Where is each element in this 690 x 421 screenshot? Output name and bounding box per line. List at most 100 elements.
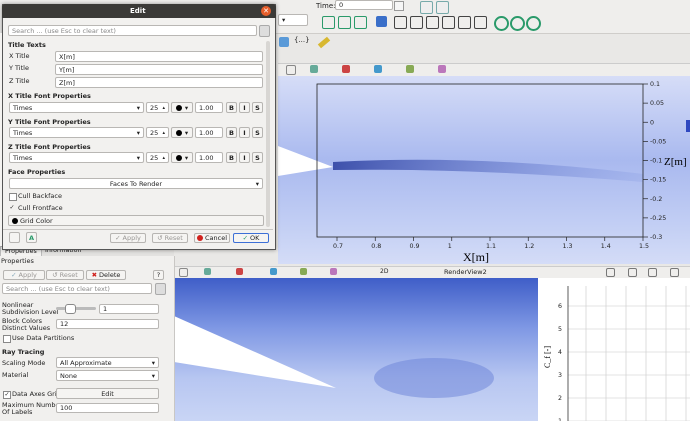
x-font-header: X Title Font Properties <box>8 92 91 100</box>
z-font-header: Z Title Font Properties <box>8 143 91 151</box>
paste-icon[interactable]: A <box>26 232 37 243</box>
view-option-icon-4[interactable] <box>406 65 414 73</box>
chart-option-icon-4[interactable] <box>670 268 679 277</box>
reset-camera-icon[interactable] <box>322 16 335 29</box>
data-axes-grid-checkbox[interactable]: ✓ <box>3 391 11 399</box>
cull-frontface-checkbox[interactable]: ✓ <box>9 205 15 211</box>
x-title-input[interactable]: X[m] <box>55 51 263 62</box>
dialog-scrollbar[interactable] <box>266 41 270 227</box>
color-swatch-icon <box>12 217 18 224</box>
rotate-cw-icon[interactable] <box>526 16 541 31</box>
x-font-opacity[interactable]: 1.00 <box>195 102 223 113</box>
view2-option-icon-4[interactable] <box>300 268 307 275</box>
view-minus-x-icon[interactable] <box>410 16 423 29</box>
y-title-input[interactable]: Y[m] <box>55 64 263 75</box>
view-option-icon-2[interactable] <box>342 65 350 73</box>
y-bold-button[interactable]: B <box>226 127 237 138</box>
view-layout-icon[interactable] <box>286 65 296 75</box>
view2-mode-label[interactable]: 2D <box>380 268 388 275</box>
time-input[interactable]: 0 <box>335 0 393 10</box>
render-view-1[interactable]: 0.7 0.8 0.9 1 1.1 1.2 1.3 1.4 1.5 0.1 0.05 0 -0.05 -0… <box>278 76 690 264</box>
view-minus-y-icon[interactable] <box>442 16 455 29</box>
y-font-color-button[interactable]: ▾ <box>171 127 193 138</box>
z-font-size[interactable]: 25 ▴ <box>146 152 169 163</box>
z-tick-label: 0.05 <box>650 100 664 107</box>
dialog-apply-button[interactable]: ✓ Apply <box>110 233 146 243</box>
z-shadow-button[interactable]: S <box>252 152 263 163</box>
view2-option-icon-3[interactable] <box>270 268 277 275</box>
view-option-icon-5[interactable] <box>438 65 446 73</box>
zoom-box-icon[interactable] <box>376 16 387 27</box>
dialog-ok-button[interactable]: ✓ OK <box>233 233 269 243</box>
nonlinear-slider-track[interactable] <box>56 307 96 310</box>
panel-help-button[interactable]: ? <box>153 270 164 280</box>
line-chart-view[interactable]: 654321 C_f [-] <box>538 278 690 421</box>
dialog-cancel-button[interactable]: Cancel <box>194 233 230 243</box>
x-font-size[interactable]: 25 ▴ <box>146 102 169 113</box>
scaling-mode-select[interactable]: All Approximate ▾ <box>56 357 159 368</box>
x-bold-button[interactable]: B <box>226 102 237 113</box>
x-font-select[interactable]: Times ▾ <box>9 102 144 113</box>
view2-option-icon-2[interactable] <box>236 268 243 275</box>
chart-y-tick-label: 2 <box>558 395 562 402</box>
zoom-to-data-icon[interactable] <box>338 16 351 29</box>
grid-color-button[interactable]: Grid Color <box>8 215 264 226</box>
max-labels-value[interactable]: 100 <box>56 403 159 413</box>
y-font-select[interactable]: Times ▾ <box>9 127 144 138</box>
dialog-search-input[interactable]: Search ... (use Esc to clear text) <box>8 25 257 36</box>
chart-option-icon-2[interactable] <box>628 268 637 277</box>
dialog-reset-button[interactable]: ↺ Reset <box>152 233 188 243</box>
view2-option-icon-5[interactable] <box>330 268 337 275</box>
nonlinear-value[interactable]: 1 <box>99 304 159 314</box>
view2-option-icon-1[interactable] <box>204 268 211 275</box>
material-select[interactable]: None ▾ <box>56 370 159 381</box>
x-shadow-button[interactable]: S <box>252 102 263 113</box>
y-font-size[interactable]: 25 ▴ <box>146 127 169 138</box>
panel-search-input[interactable]: Search ... (use Esc to clear text) <box>2 283 152 294</box>
panel-delete-button[interactable]: ✖ Delete <box>86 270 126 280</box>
cull-backface-checkbox[interactable] <box>9 193 17 201</box>
view-minus-z-icon[interactable] <box>474 16 487 29</box>
block-colors-value[interactable]: 12 <box>56 319 159 329</box>
z-italic-button[interactable]: I <box>239 152 250 163</box>
view-plus-x-icon[interactable] <box>394 16 407 29</box>
view-option-icon-3[interactable] <box>374 65 382 73</box>
data-axes-grid-edit-button[interactable]: Edit <box>56 388 159 399</box>
z-font-opacity[interactable]: 1.00 <box>195 152 223 163</box>
python-view-button[interactable]: {...} <box>294 36 310 44</box>
nonlinear-slider-handle[interactable] <box>65 304 76 314</box>
view-plus-z-icon[interactable] <box>458 16 471 29</box>
panel-apply-button[interactable]: ✓ Apply <box>3 270 45 280</box>
y-font-opacity[interactable]: 1.00 <box>195 127 223 138</box>
faces-to-render-select[interactable]: Faces To Render ▾ <box>9 178 263 189</box>
rotate-90-icon[interactable] <box>494 16 509 31</box>
z-bold-button[interactable]: B <box>226 152 237 163</box>
x-italic-button[interactable]: I <box>239 102 250 113</box>
advanced-gear-icon[interactable] <box>155 283 166 295</box>
z-font-color-button[interactable]: ▾ <box>171 152 193 163</box>
view-plus-y-icon[interactable] <box>426 16 439 29</box>
z-title-input[interactable]: Z[m] <box>55 77 263 88</box>
calculator-icon[interactable] <box>279 37 289 47</box>
use-data-partitions-checkbox[interactable] <box>3 335 11 343</box>
panel-reset-button[interactable]: ↺ Reset <box>46 270 84 280</box>
z-font-select[interactable]: Times ▾ <box>9 152 144 163</box>
dialog-gear-icon[interactable] <box>259 25 270 37</box>
chart-option-icon-1[interactable] <box>606 268 615 277</box>
camera-toolbar: ▾ <box>278 13 690 31</box>
time-spinner[interactable] <box>394 1 404 11</box>
y-shadow-button[interactable]: S <box>252 127 263 138</box>
zoom-closest-icon[interactable] <box>354 16 367 29</box>
close-icon[interactable]: ✕ <box>261 6 271 16</box>
view2-layout-icon[interactable] <box>179 268 188 277</box>
view-option-icon-1[interactable] <box>310 65 318 73</box>
z-font-size-value: 25 <box>150 153 159 162</box>
copy-icon[interactable] <box>9 232 20 243</box>
rotate-ccw-icon[interactable] <box>510 16 525 31</box>
ruler-icon[interactable] <box>317 36 331 49</box>
representation-select[interactable]: ▾ <box>278 14 308 26</box>
render-view-2[interactable] <box>174 278 538 421</box>
chart-option-icon-3[interactable] <box>648 268 657 277</box>
x-font-color-button[interactable]: ▾ <box>171 102 193 113</box>
y-italic-button[interactable]: I <box>239 127 250 138</box>
